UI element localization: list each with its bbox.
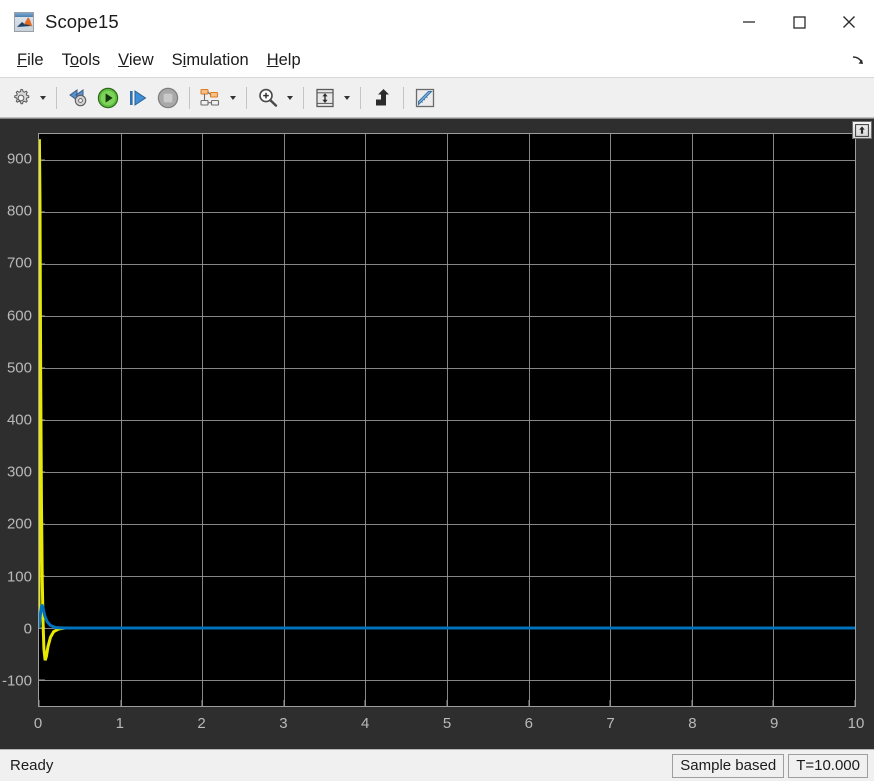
x-tick-label: 7: [606, 715, 615, 732]
x-tick-label: 10: [847, 715, 865, 732]
menu-bar: File Tools View Simulation Help: [0, 44, 874, 78]
x-tick-label: 8: [688, 715, 697, 732]
step-forward-button[interactable]: [123, 83, 153, 113]
status-bar: Ready Sample based T=10.000: [0, 749, 874, 781]
ruler-icon: [415, 88, 435, 107]
x-tick-label: 6: [524, 715, 533, 732]
scope-window: Scope15 File Tools View Simulation Help …: [0, 0, 874, 781]
layout-dropdown-arrow[interactable]: [226, 84, 240, 112]
layout-button[interactable]: [196, 83, 226, 113]
menu-item-help[interactable]: Help: [258, 49, 310, 72]
toolbar-separator: [360, 86, 361, 109]
gear-icon: [14, 88, 30, 104]
window-controls: [724, 0, 874, 44]
block-diagram-icon: [200, 88, 220, 106]
toolbar: [0, 78, 874, 118]
menu-item-tools[interactable]: Tools: [53, 49, 110, 72]
menu-item-file[interactable]: File: [8, 49, 53, 72]
play-icon: [97, 87, 119, 108]
minimize-icon: [743, 21, 755, 23]
close-button[interactable]: [824, 0, 874, 44]
stop-icon: [157, 87, 179, 108]
autoscale-dropdown-arrow[interactable]: [340, 84, 354, 112]
configuration-properties-button[interactable]: [6, 83, 36, 113]
status-right-group: Sample based T=10.000: [672, 753, 868, 778]
y-tick-label: 0: [23, 620, 32, 638]
rewind-simulation-icon: [69, 88, 87, 106]
x-tick-label: 5: [442, 715, 452, 732]
toolbar-separator: [303, 86, 304, 109]
toolbar-separator: [56, 86, 57, 109]
configuration-dropdown-arrow[interactable]: [36, 84, 50, 112]
y-tick-label: 200: [6, 515, 32, 533]
x-tick-label: 3: [279, 715, 288, 732]
measurements-button[interactable]: [410, 83, 440, 113]
zoom-in-button[interactable]: [253, 83, 283, 113]
plot-area[interactable]: [38, 133, 856, 707]
menu-item-view[interactable]: View: [109, 49, 162, 72]
y-tick-label: -100: [1, 672, 32, 690]
maximize-axes-icon: [855, 123, 869, 137]
highlight-signal-icon: [376, 88, 389, 105]
run-back-to-start-button[interactable]: [63, 83, 93, 113]
title-bar: Scope15: [0, 0, 874, 44]
toolbar-separator: [246, 86, 247, 109]
status-simulation-time: T=10.000: [788, 753, 868, 778]
y-tick-label: 900: [6, 150, 32, 168]
toolbar-separator: [189, 86, 190, 109]
minimize-button[interactable]: [724, 0, 774, 44]
y-tick-label: 300: [6, 463, 32, 481]
trace-signal-2: [39, 605, 855, 628]
stop-button[interactable]: [153, 83, 183, 113]
plot-wrapper: -100 0 100 200 300 400 500 600 700 800 900 0 1 2 3 4 5 6 7…: [2, 133, 864, 732]
menu-item-simulation[interactable]: Simulation: [163, 49, 258, 72]
matlab-scope-icon: [14, 12, 34, 32]
window-title: Scope15: [45, 11, 119, 32]
status-state-label: Ready: [10, 757, 54, 774]
status-frame-mode: Sample based: [672, 753, 785, 778]
scope-plot-panel[interactable]: -100 0 100 200 300 400 500 600 700 800 900 0 1 2 3 4 5 6 7…: [0, 118, 874, 749]
fit-to-view-icon: [316, 88, 334, 107]
x-tick-label: 9: [770, 715, 779, 732]
y-tick-label: 600: [6, 307, 32, 325]
toolbar-separator: [403, 86, 404, 109]
highlight-in-model-button[interactable]: [367, 83, 397, 113]
y-tick-label: 800: [6, 202, 32, 220]
maximize-axes-button[interactable]: [852, 121, 872, 139]
x-tick-label: 1: [115, 715, 124, 732]
maximize-icon: [793, 16, 806, 29]
maximize-button[interactable]: [774, 0, 824, 44]
trace-signal-1: [39, 139, 855, 660]
y-tick-label: 500: [6, 359, 32, 377]
x-tick-label: 0: [33, 715, 43, 732]
zoom-dropdown-arrow[interactable]: [283, 84, 297, 112]
x-tick-label: 2: [197, 715, 206, 732]
trace-layer: [39, 134, 855, 706]
undock-arrow-icon[interactable]: [850, 53, 866, 69]
y-tick-label: 100: [6, 568, 32, 586]
y-tick-label: 700: [6, 254, 32, 272]
autoscale-button[interactable]: [310, 83, 340, 113]
y-tick-label: 400: [6, 411, 32, 429]
zoom-in-icon: [259, 88, 278, 107]
step-forward-icon: [130, 89, 147, 106]
close-icon: [843, 16, 855, 28]
x-tick-label: 4: [361, 715, 370, 732]
run-button[interactable]: [93, 83, 123, 113]
